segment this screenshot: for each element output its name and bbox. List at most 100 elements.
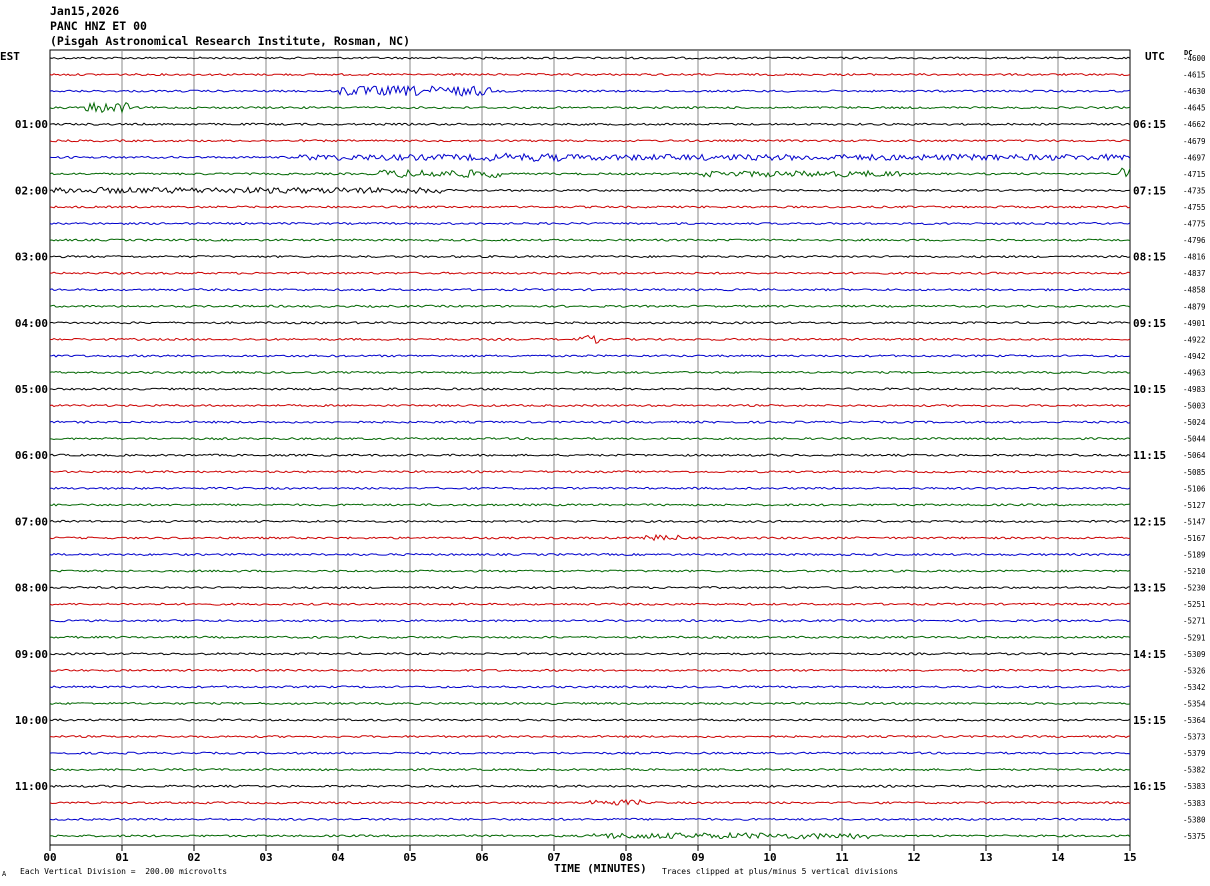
left-hour-label: 04:00 [15,317,48,330]
dc-offset-label: -4901 [1183,319,1206,328]
seismic-trace-row [49,238,1131,242]
dc-offset-label: -5364 [1183,716,1206,725]
dc-offset-label: -5106 [1183,484,1206,493]
x-tick-label: 12 [907,851,920,864]
left-hour-label: 02:00 [15,184,48,197]
dc-offset-label: -5291 [1183,633,1206,642]
seismic-trace-row [49,768,1131,772]
dc-offset-label: -5189 [1183,551,1206,560]
x-axis-title: TIME (MINUTES) [554,862,647,875]
dc-offset-label: -4879 [1183,302,1206,311]
dc-offset-label: -4963 [1183,368,1206,377]
dc-offset-label: -4679 [1183,137,1206,146]
dc-offset-label: -5167 [1183,534,1206,543]
seismic-trace-row [49,734,1131,739]
dc-offset-label: -5354 [1183,699,1206,708]
dc-offset-label: -5024 [1183,418,1206,427]
seismic-trace-row [49,321,1131,325]
dc-offset-label: -4858 [1183,286,1206,295]
x-tick-label: 11 [835,851,849,864]
dc-offset-label: -4775 [1183,220,1206,229]
x-tick-label: 04 [331,851,345,864]
seismic-trace-row [49,334,1131,344]
right-hour-label: 07:15 [1133,184,1166,197]
x-tick-label: 05 [403,851,416,864]
right-hour-label: 08:15 [1133,251,1166,264]
dc-offset-label: -5309 [1183,650,1206,659]
seismic-trace-row [49,255,1131,259]
x-tick-label: 02 [187,851,200,864]
left-hour-label: 10:00 [15,714,48,727]
dc-offset-label: -4600 [1183,54,1206,63]
seismic-trace-row [49,221,1131,226]
x-tick-label: 01 [115,851,129,864]
x-tick-label: 00 [43,851,56,864]
seismic-trace-row [49,569,1131,573]
seismic-trace-row [49,84,1131,97]
seismic-trace-row [49,453,1131,457]
seismic-trace-row [49,122,1131,126]
seismic-trace-row [49,486,1131,490]
right-hour-label: 13:15 [1133,582,1166,595]
seismic-trace-row [49,304,1131,308]
dc-offset-label: -5383 [1183,782,1206,791]
dc-offset-label: -4922 [1183,335,1206,344]
seismic-trace-row [49,652,1131,656]
x-tick-label: 09 [691,851,704,864]
seismic-trace-row [49,420,1131,424]
seismic-trace-row [49,533,1131,542]
seismic-trace-row [49,152,1131,163]
dc-offset-label: -5373 [1183,733,1206,742]
left-hour-label: 08:00 [15,582,48,595]
seismic-trace-row [49,403,1131,408]
x-tick-label: 03 [259,851,272,864]
x-tick-label: 15 [1123,851,1136,864]
x-tick-label: 13 [979,851,992,864]
seismic-trace-row [49,354,1131,358]
seismic-trace-row [49,798,1131,806]
seismic-trace-row [49,784,1131,788]
dc-offset-label: -5064 [1183,451,1206,460]
right-hour-label: 09:15 [1133,317,1166,330]
x-tick-label: 06 [475,851,489,864]
seismic-trace-row [49,167,1131,179]
dc-offset-label: -4942 [1183,352,1206,361]
dc-offset-label: -5382 [1183,766,1206,775]
seismic-trace-row [49,718,1131,722]
seismic-trace-row [49,817,1131,821]
helicorder-plot: 00 01 02 03 04 05 06 07 08 09 10 11 12 13 14 15-4600-46… [15,49,1206,864]
seismic-trace-row [49,370,1131,375]
seismic-trace-row [49,552,1131,557]
dc-offset-label: -4837 [1183,269,1206,278]
dc-offset-label: -5375 [1183,832,1206,841]
seismic-trace-row [49,602,1131,606]
dc-offset-label: -5383 [1183,799,1206,808]
seismic-trace-row [49,139,1131,143]
dc-offset-label: -5147 [1183,517,1206,526]
seismic-trace-row [49,831,1131,840]
seismic-trace-row [49,56,1131,60]
dc-offset-label: -5127 [1183,501,1206,510]
seismic-trace-row [50,387,1131,391]
dc-offset-label: -4816 [1183,253,1206,262]
dc-offset-label: -4697 [1183,153,1206,162]
dc-offset-label: -4615 [1183,71,1206,80]
plot-frame [49,49,1131,846]
dc-offset-label: -5251 [1183,600,1206,609]
right-hour-label: 11:15 [1133,449,1166,462]
seismic-trace-row [49,519,1131,523]
dc-offset-label: -5003 [1183,402,1206,411]
seismic-trace-row [49,72,1131,77]
right-hour-label: 06:15 [1133,118,1166,131]
left-hour-label: 07:00 [15,515,48,528]
left-hour-label: 03:00 [15,251,48,264]
dc-offset-label: -5379 [1183,749,1206,758]
right-hour-label: 14:15 [1133,648,1166,661]
seismic-trace-row [49,618,1131,623]
seismic-trace-row [49,101,1131,114]
dc-offset-label: -5380 [1183,815,1206,824]
left-hour-label: 06:00 [15,449,48,462]
dc-offset-label: -4796 [1183,236,1206,245]
dc-offset-label: -5085 [1183,468,1206,477]
seismic-trace-row [49,701,1131,706]
